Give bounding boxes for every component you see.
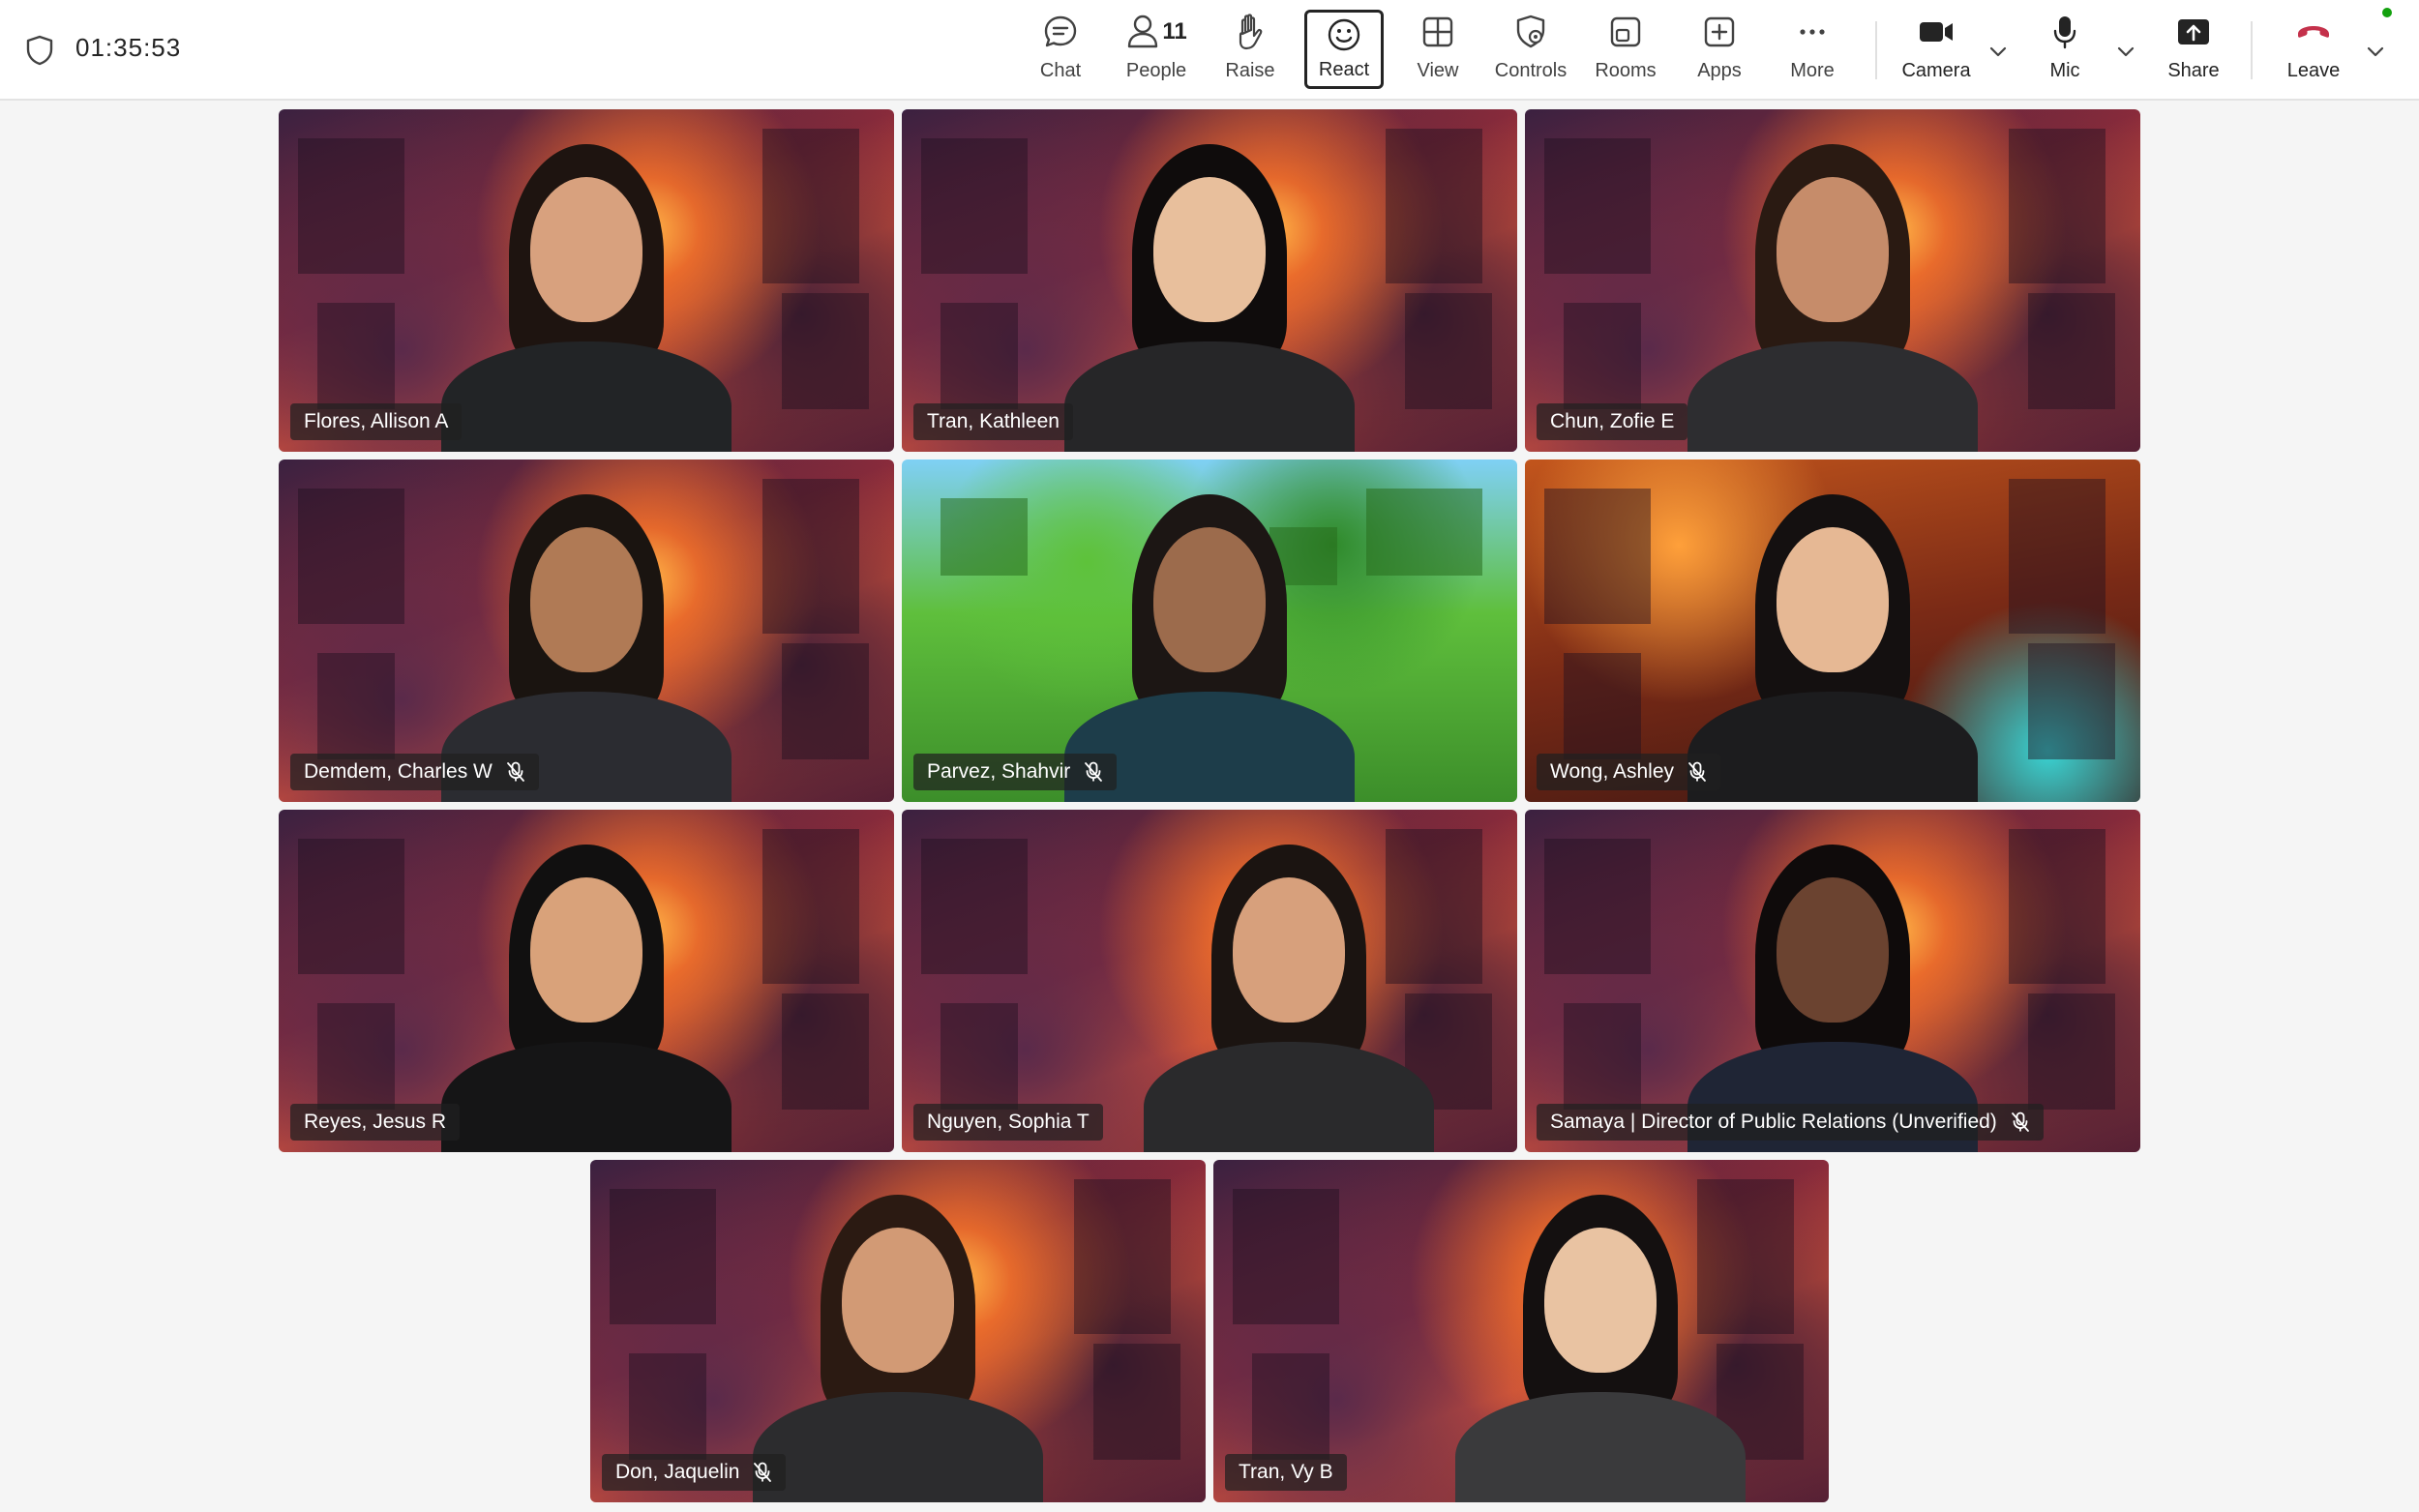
leave-button[interactable]: Leave (2285, 10, 2342, 89)
participant-video-tile[interactable]: Tran, Vy B (1213, 1160, 1829, 1502)
mic-muted-icon (1085, 761, 1103, 782)
participant-video-feed (1525, 460, 2140, 802)
controls-shield-gear-icon (1516, 15, 1545, 48)
participant-name: Wong, Ashley (1550, 760, 1675, 783)
participant-video-tile[interactable]: Wong, Ashley (1525, 460, 2140, 802)
participant-video-tile[interactable]: Tran, Kathleen (902, 109, 1517, 452)
participant-name: Demdem, Charles W (304, 760, 493, 783)
people-label: People (1125, 60, 1187, 81)
participant-name-tag: Tran, Kathleen (913, 403, 1073, 440)
participant-name: Flores, Allison A (304, 410, 449, 432)
raise-hand-button[interactable]: Raise (1223, 10, 1277, 89)
participant-name-tag: Parvez, Shahvir (913, 754, 1118, 790)
participant-name: Samaya | Director of Public Relations (U… (1550, 1111, 1997, 1133)
camera-label: Camera (1901, 60, 1971, 81)
rooms-label: Rooms (1595, 60, 1657, 81)
mic-button[interactable]: Mic (2046, 10, 2084, 89)
participant-video-tile[interactable]: Demdem, Charles W (279, 460, 894, 802)
participant-video-tile[interactable]: Reyes, Jesus R (279, 810, 894, 1152)
leave-options-chevron-down-icon[interactable] (2363, 39, 2388, 64)
meeting-toolbar: 01:35:53 Chat 11 People Raise React View… (0, 0, 2419, 101)
participant-name-tag: Tran, Vy B (1225, 1454, 1347, 1491)
add-app-icon (1704, 16, 1735, 47)
participant-video-feed (902, 810, 1517, 1152)
smiley-icon (1328, 18, 1360, 51)
participant-video-feed (590, 1160, 1206, 1502)
mic-options-chevron-down-icon[interactable] (2113, 39, 2138, 64)
mic-muted-icon (754, 1462, 772, 1482)
participant-video-tile[interactable]: Chun, Zofie E (1525, 109, 2140, 452)
react-button[interactable]: React (1304, 10, 1384, 89)
participant-name-tag: Reyes, Jesus R (290, 1104, 461, 1141)
participant-name: Don, Jaquelin (615, 1461, 740, 1483)
share-label: Share (2167, 60, 2220, 81)
camera-icon (1920, 22, 1953, 42)
participant-video-tile[interactable]: Don, Jaquelin (590, 1160, 1206, 1502)
apps-label: Apps (1697, 60, 1742, 81)
mic-muted-icon (506, 761, 524, 782)
leave-label: Leave (2286, 60, 2341, 81)
view-button[interactable]: View (1415, 10, 1461, 89)
controls-label: Controls (1494, 60, 1568, 81)
raise-hand-icon (1239, 14, 1263, 50)
share-button[interactable]: Share (2167, 10, 2220, 89)
participant-name: Nguyen, Sophia T (927, 1111, 1090, 1133)
mic-muted-icon (1688, 761, 1706, 782)
participant-name-tag: Chun, Zofie E (1537, 403, 1688, 440)
participant-video-tile[interactable]: Samaya | Director of Public Relations (U… (1525, 810, 2140, 1152)
more-dots-icon (1800, 29, 1825, 35)
participant-name: Reyes, Jesus R (304, 1111, 447, 1133)
participant-name-tag: Don, Jaquelin (602, 1454, 787, 1491)
mic-label: Mic (2049, 60, 2080, 81)
participant-video-feed (1525, 109, 2140, 452)
raise-label: Raise (1225, 60, 1275, 81)
more-button[interactable]: More (1788, 10, 1837, 89)
controls-button[interactable]: Controls (1492, 10, 1569, 89)
chat-button[interactable]: Chat (1037, 10, 1084, 89)
apps-button[interactable]: Apps (1695, 10, 1744, 89)
share-screen-icon (2178, 19, 2209, 44)
chat-icon (1044, 15, 1077, 47)
react-label: React (1318, 59, 1370, 80)
chat-label: Chat (1039, 60, 1082, 81)
mic-muted-icon (2011, 1112, 2029, 1132)
participant-name-tag: Nguyen, Sophia T (913, 1104, 1103, 1141)
shield-icon[interactable] (25, 35, 54, 66)
people-icon (1128, 15, 1158, 48)
microphone-icon (2053, 16, 2076, 49)
camera-options-chevron-down-icon[interactable] (1986, 39, 2011, 64)
participant-video-feed (902, 460, 1517, 802)
people-count-badge: 11 (1162, 18, 1187, 44)
participant-name-tag: Samaya | Director of Public Relations (U… (1537, 1104, 2044, 1141)
participant-name-tag: Demdem, Charles W (290, 754, 539, 790)
grid-view-icon (1422, 16, 1453, 47)
more-label: More (1790, 60, 1835, 81)
participant-video-tile[interactable]: Nguyen, Sophia T (902, 810, 1517, 1152)
participant-video-feed (279, 810, 894, 1152)
toolbar-divider (1875, 21, 1877, 79)
participant-video-feed (902, 109, 1517, 452)
toolbar-divider (2251, 21, 2253, 79)
presence-indicator (2382, 8, 2392, 17)
hang-up-phone-icon (2298, 26, 2329, 38)
people-button[interactable]: 11 People (1121, 10, 1191, 89)
participant-name: Tran, Vy B (1239, 1461, 1333, 1483)
participant-name-tag: Wong, Ashley (1537, 754, 1721, 790)
view-label: View (1417, 60, 1459, 81)
participant-name: Chun, Zofie E (1550, 410, 1675, 432)
participant-video-feed (1525, 810, 2140, 1152)
participant-video-feed (279, 109, 894, 452)
participant-video-tile[interactable]: Flores, Allison A (279, 109, 894, 452)
participant-name: Parvez, Shahvir (927, 760, 1071, 783)
participant-video-feed (1213, 1160, 1829, 1502)
meeting-timer: 01:35:53 (75, 33, 182, 62)
participant-video-tile[interactable]: Parvez, Shahvir (902, 460, 1517, 802)
participant-name: Tran, Kathleen (927, 410, 1060, 432)
rooms-button[interactable]: Rooms (1593, 10, 1658, 89)
participant-name-tag: Flores, Allison A (290, 403, 463, 440)
camera-button[interactable]: Camera (1901, 10, 1971, 89)
participant-video-feed (279, 460, 894, 802)
breakout-rooms-icon (1610, 16, 1641, 47)
